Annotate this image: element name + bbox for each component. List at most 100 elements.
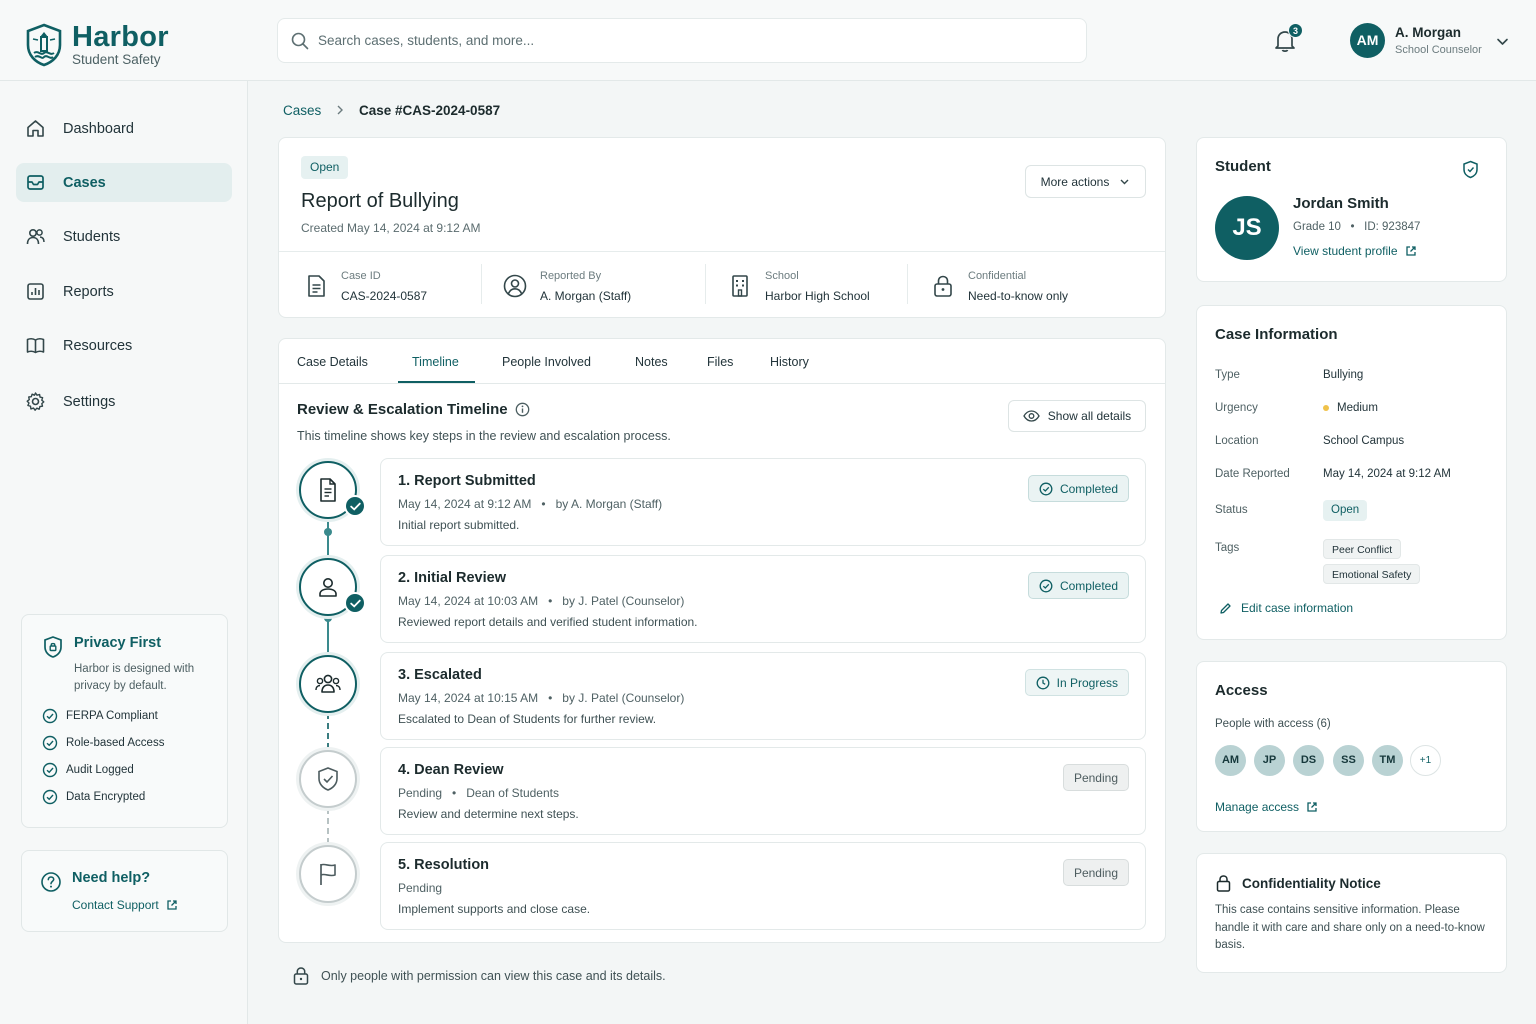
contact-support-link[interactable]: Contact Support xyxy=(72,898,178,912)
case-created-date: Created May 14, 2024 at 9:12 AM xyxy=(301,221,481,235)
meta-label: Case ID xyxy=(341,270,381,282)
search-bar[interactable] xyxy=(277,18,1087,63)
sidebar-item-reports[interactable]: Reports xyxy=(16,272,232,311)
tab-history[interactable]: History xyxy=(770,355,809,369)
check-circle-icon xyxy=(1039,482,1053,495)
edit-case-information-label: Edit case information xyxy=(1241,601,1354,615)
check-circle-icon xyxy=(42,708,58,724)
more-actions-label: More actions xyxy=(1040,174,1110,189)
timeline-connector xyxy=(327,713,329,749)
timeline-card: Case Details Timeline People Involved No… xyxy=(278,338,1166,943)
show-all-details-button[interactable]: Show all details xyxy=(1008,400,1146,432)
meta-value: CAS-2024-0587 xyxy=(341,289,428,303)
users-icon xyxy=(26,228,45,245)
avatar[interactable]: TM xyxy=(1372,745,1403,776)
tab-notes[interactable]: Notes xyxy=(635,355,668,369)
sidebar-item-students[interactable]: Students xyxy=(16,217,232,256)
notification-badge: 3 xyxy=(1288,23,1303,38)
privacy-title: Privacy First xyxy=(74,635,162,651)
search-input[interactable] xyxy=(318,33,1018,48)
external-link-icon xyxy=(1307,802,1317,812)
sidebar-item-cases[interactable]: Cases xyxy=(16,163,232,202)
view-student-profile-link[interactable]: View student profile xyxy=(1293,244,1417,258)
timeline-step-card[interactable]: 4. Dean Review Pending • Dean of Student… xyxy=(380,747,1146,835)
privacy-item-label: Data Encrypted xyxy=(66,791,146,803)
status-badge-completed: Completed xyxy=(1027,475,1129,502)
meta-value: Need-to-know only xyxy=(968,289,1069,303)
check-circle-icon xyxy=(1039,579,1053,592)
more-people-avatar[interactable]: +1 xyxy=(1410,745,1441,776)
avatar[interactable]: DS xyxy=(1293,745,1324,776)
user-circle-icon xyxy=(503,274,527,298)
flag-icon xyxy=(320,863,336,885)
divider xyxy=(279,251,1165,252)
timeline-step-card[interactable]: 3. Escalated May 14, 2024 at 10:15 AM • … xyxy=(380,652,1146,740)
edit-case-information-link[interactable]: Edit case information xyxy=(1219,601,1353,615)
step-title: 3. Escalated xyxy=(398,667,482,683)
tab-people-involved[interactable]: People Involved xyxy=(502,355,591,369)
step-meta: May 14, 2024 at 10:15 AM • by J. Patel (… xyxy=(398,691,685,705)
info-label-location: Location xyxy=(1215,435,1259,447)
permission-note: Only people with permission can view thi… xyxy=(292,966,666,985)
privacy-item-label: FERPA Compliant xyxy=(66,710,158,722)
view-student-profile-label: View student profile xyxy=(1293,244,1398,258)
avatar[interactable]: AM xyxy=(1215,745,1246,776)
step-description: Initial report submitted. xyxy=(398,518,520,532)
active-tab-indicator xyxy=(398,381,475,383)
info-label-status: Status xyxy=(1215,504,1248,516)
timeline-title-text: Review & Escalation Timeline xyxy=(297,401,508,418)
meta-label: Confidential xyxy=(968,270,1027,282)
case-header-card: Open Report of Bullying Created May 14, … xyxy=(278,137,1166,318)
case-information-card: Case Information Type Bullying Urgency M… xyxy=(1196,305,1507,640)
timeline-step-card[interactable]: 5. Resolution Pending Implement supports… xyxy=(380,842,1146,930)
bar-chart-icon xyxy=(27,283,44,300)
contact-support-label: Contact Support xyxy=(72,898,159,912)
divider xyxy=(481,264,482,304)
breadcrumb-cases-link[interactable]: Cases xyxy=(283,103,321,118)
tag-chip: Emotional Safety xyxy=(1323,564,1421,584)
more-actions-button[interactable]: More actions xyxy=(1025,165,1146,198)
chevron-down-icon[interactable] xyxy=(1496,35,1509,48)
step-title: 4. Dean Review xyxy=(398,762,504,778)
user-name: A. Morgan xyxy=(1395,25,1461,40)
meta-label: School xyxy=(765,270,799,282)
app-logo[interactable]: Harbor Student Safety xyxy=(24,22,169,67)
status-badge: Open xyxy=(301,156,349,179)
home-icon xyxy=(27,120,44,137)
info-label-tags: Tags xyxy=(1215,542,1240,554)
top-bar: Harbor Student Safety 3 AM A. Morgan Sch… xyxy=(0,0,1536,81)
avatar[interactable]: SS xyxy=(1333,745,1364,776)
sidebar-item-settings[interactable]: Settings xyxy=(16,382,232,421)
info-icon[interactable] xyxy=(515,402,530,417)
page-title: Report of Bullying xyxy=(301,190,459,212)
shield-icon xyxy=(1463,160,1478,179)
manage-access-link[interactable]: Manage access xyxy=(1215,800,1318,814)
step-description: Review and determine next steps. xyxy=(398,807,579,821)
meta-value: Harbor High School xyxy=(765,289,870,303)
timeline-step-card[interactable]: 2. Initial Review May 14, 2024 at 10:03 … xyxy=(380,555,1146,643)
user-avatar[interactable]: AM xyxy=(1350,23,1385,58)
meta-reported-by: Reported By A. Morgan (Staff) xyxy=(502,262,631,310)
timeline-step-card[interactable]: 1. Report Submitted May 14, 2024 at 9:12… xyxy=(380,458,1146,546)
status-label: In Progress xyxy=(1056,675,1118,690)
status-label: Completed xyxy=(1059,481,1118,496)
book-icon xyxy=(26,338,45,354)
sidebar: Dashboard Cases Students Reports Resourc… xyxy=(0,81,248,1024)
privacy-item: Audit Logged xyxy=(42,762,134,778)
timeline-connector xyxy=(327,519,329,556)
tab-files[interactable]: Files xyxy=(707,355,733,369)
tab-case-details[interactable]: Case Details xyxy=(297,355,368,369)
check-circle-icon xyxy=(42,735,58,751)
privacy-card: Privacy First Harbor is designed with pr… xyxy=(21,614,228,828)
help-card: Need help? Contact Support xyxy=(21,850,228,932)
group-icon xyxy=(315,674,341,693)
tab-timeline[interactable]: Timeline xyxy=(412,355,459,369)
avatar[interactable]: JP xyxy=(1254,745,1285,776)
sidebar-item-resources[interactable]: Resources xyxy=(16,326,232,365)
lock-icon xyxy=(1216,875,1231,892)
check-circle-icon xyxy=(42,789,58,805)
meta-school: School Harbor High School xyxy=(727,262,870,310)
privacy-item-label: Audit Logged xyxy=(66,764,134,776)
step-meta: Pending xyxy=(398,881,443,895)
sidebar-item-dashboard[interactable]: Dashboard xyxy=(16,109,232,148)
